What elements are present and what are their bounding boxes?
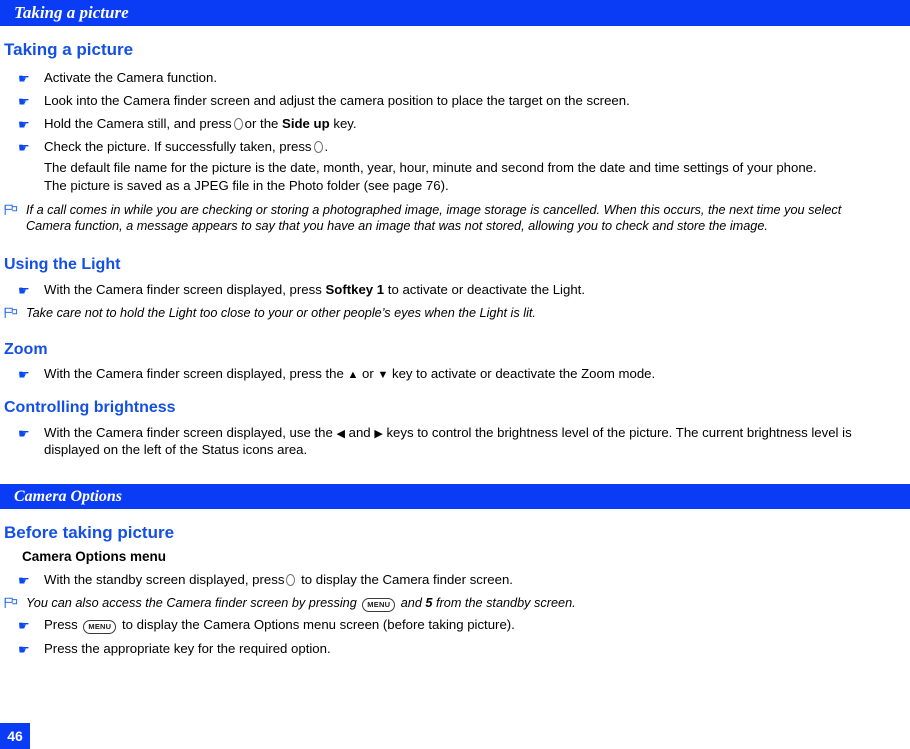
heading-before-taking-picture: Before taking picture xyxy=(4,523,175,542)
list-item-text-b: to display the Camera finder screen. xyxy=(301,572,513,587)
continuation-line: The picture is saved as a JPEG file in t… xyxy=(44,178,449,193)
list-item: ☛ With the standby screen displayed, pre… xyxy=(0,572,910,589)
list-item-text-a: Hold the Camera still, and press xyxy=(44,116,232,131)
note-line: Take care not to hold the Light too clos… xyxy=(26,306,536,320)
list-item: ☛ Look into the Camera finder screen and… xyxy=(0,93,910,110)
list-item-label: Press MENU to display the Camera Options… xyxy=(18,617,910,634)
list-item: ☛ Hold the Camera still, and press or the… xyxy=(0,116,910,133)
hand-pointer-icon: ☛ xyxy=(18,426,30,441)
note-line: If a call comes in while you are checkin… xyxy=(26,203,842,217)
menu-key-icon: MENU xyxy=(362,598,396,612)
list-item-text-a: With the standby screen displayed, press xyxy=(44,572,285,587)
note-flag-icon xyxy=(4,204,18,215)
list-item: ☛ With the Camera finder screen displaye… xyxy=(0,425,910,443)
menu-key-icon: MENU xyxy=(83,620,117,634)
arrow-up-icon: ▲ xyxy=(347,369,359,381)
section-header-bar-camera-options: Camera Options xyxy=(0,484,910,509)
ok-circle-key-icon xyxy=(233,118,243,130)
list-item-text-a: With the Camera finder screen displayed,… xyxy=(44,425,333,440)
key-5-label: 5 xyxy=(425,596,433,610)
hand-pointer-icon: ☛ xyxy=(18,71,30,86)
page-header-title: Taking a picture xyxy=(14,3,129,22)
list-item-text-b: . xyxy=(324,139,329,154)
list-item-label: With the Camera finder screen displayed,… xyxy=(18,425,910,443)
list-item-text-b: to activate or deactivate the Light. xyxy=(387,282,585,297)
list-item-text-b: or xyxy=(362,366,374,381)
note-block: Take care not to hold the Light too clos… xyxy=(0,305,910,321)
arrow-down-icon: ▼ xyxy=(377,369,389,381)
list-item-text-a: With the Camera finder screen displayed,… xyxy=(44,282,322,297)
list-item-label: With the Camera finder screen displayed,… xyxy=(18,282,910,299)
list-item: ☛ With the Camera finder screen displaye… xyxy=(0,366,910,384)
list-item-label: Activate the Camera function. xyxy=(44,70,217,85)
heading-using-the-light: Using the Light xyxy=(4,256,121,273)
arrow-left-icon: ◀ xyxy=(336,428,345,440)
list-item-text-c: keys to control the brightness level of … xyxy=(386,425,852,440)
page-number-badge: 46 xyxy=(0,723,30,749)
side-up-key-label: Side up xyxy=(282,116,330,131)
list-item-label: With the Camera finder screen displayed,… xyxy=(18,366,910,384)
list-item: ☛ Press MENU to display the Camera Optio… xyxy=(0,617,910,634)
list-item-text-a: With the Camera finder screen displayed,… xyxy=(44,366,344,381)
list-item-text-b: and xyxy=(348,425,371,440)
list-item-text-c: key. xyxy=(333,116,357,131)
note-flag-icon xyxy=(4,597,18,608)
list-item-label: Press the appropriate key for the requir… xyxy=(44,641,331,656)
list-item-text-a: Check the picture. If successfully taken… xyxy=(44,139,312,154)
subheading-camera-options-menu: Camera Options menu xyxy=(22,549,167,564)
hand-pointer-icon: ☛ xyxy=(18,117,30,132)
heading-taking-a-picture: Taking a picture xyxy=(4,40,134,59)
hand-pointer-icon: ☛ xyxy=(18,642,30,657)
note-text-b: and xyxy=(400,596,422,610)
heading-controlling-brightness: Controlling brightness xyxy=(4,399,176,416)
list-item: ☛ Press the appropriate key for the requ… xyxy=(0,641,910,658)
hand-pointer-icon: ☛ xyxy=(18,618,30,633)
ok-circle-key-icon xyxy=(313,141,323,153)
note-text-a: You can also access the Camera finder sc… xyxy=(26,596,357,610)
note-text-c: from the standby screen. xyxy=(436,596,576,610)
list-item: ☛ Activate the Camera function. xyxy=(0,70,910,87)
list-item-text-c: key to activate or deactivate the Zoom m… xyxy=(392,366,656,381)
arrow-right-icon: ▶ xyxy=(374,428,383,440)
ok-circle-key-icon xyxy=(286,574,296,586)
continuation-line: The default file name for the picture is… xyxy=(44,160,817,175)
hand-pointer-icon: ☛ xyxy=(18,283,30,298)
hand-pointer-icon: ☛ xyxy=(18,140,30,155)
note-block: If a call comes in while you are checkin… xyxy=(0,202,910,234)
list-item: ☛ Check the picture. If successfully tak… xyxy=(0,139,910,156)
list-item-label: With the standby screen displayed, press… xyxy=(18,572,910,589)
page-header-bar: Taking a picture xyxy=(0,0,910,26)
list-item: ☛ With the Camera finder screen displaye… xyxy=(0,282,910,299)
hand-pointer-icon: ☛ xyxy=(18,367,30,382)
section-header-title: Camera Options xyxy=(14,488,123,505)
note-block: You can also access the Camera finder sc… xyxy=(0,595,910,612)
list-item-label: Look into the Camera finder screen and a… xyxy=(44,93,630,108)
hand-pointer-icon: ☛ xyxy=(18,573,30,588)
list-item-label: Check the picture. If successfully taken… xyxy=(18,139,910,156)
note-line: You can also access the Camera finder sc… xyxy=(4,595,910,612)
continuation-line: displayed on the left of the Status icon… xyxy=(44,442,308,457)
note-flag-icon xyxy=(4,307,18,318)
heading-zoom: Zoom xyxy=(4,341,48,358)
list-item-text-b: to display the Camera Options menu scree… xyxy=(121,617,515,632)
list-item-text-a: Press xyxy=(44,617,78,632)
list-item-label: Hold the Camera still, and press or the S… xyxy=(18,116,910,133)
softkey-1-label: Softkey 1 xyxy=(325,282,385,297)
hand-pointer-icon: ☛ xyxy=(18,94,30,109)
note-line: Camera function, a message appears to sa… xyxy=(26,219,768,233)
list-item-text-b: or the xyxy=(244,116,279,131)
